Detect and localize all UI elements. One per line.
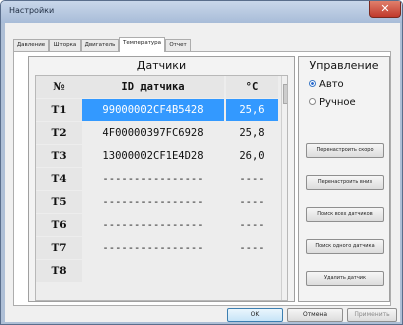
row-id[interactable]: ---------------- (82, 168, 224, 190)
sensors-title: Датчики (29, 57, 294, 75)
radio-manual-label: Ручное (319, 97, 356, 108)
row-num: T2 (36, 122, 82, 144)
row-id[interactable]: ---------------- (82, 191, 224, 213)
table-row[interactable]: T4 ---------------- ---- (36, 168, 281, 190)
table-row[interactable]: T2 4F00000397FC6928 25,8 (36, 122, 281, 144)
row-temp[interactable]: ---- (226, 237, 278, 259)
radio-manual[interactable]: Ручное (309, 97, 356, 108)
header-temp: °C (226, 76, 278, 98)
row-num: T8 (36, 260, 82, 282)
search-all-sensors-button[interactable]: Поиск всех датчиков (306, 207, 384, 222)
row-num: T5 (36, 191, 82, 213)
scrollbar-thumb[interactable] (283, 84, 287, 104)
row-num: T7 (36, 237, 82, 259)
radio-selected-icon (309, 79, 316, 87)
temperature-tab-page: Датчики № ID датчика °C T1 99000002CF4B5… (13, 51, 391, 306)
sensors-grid: № ID датчика °C T1 99000002CF4B5428 25,6… (35, 75, 288, 301)
table-row[interactable]: T8 (36, 260, 281, 282)
table-row[interactable]: T3 13000002CF1E4D28 26,0 (36, 145, 281, 167)
row-num: T1 (36, 99, 82, 121)
row-temp[interactable]: 26,0 (226, 145, 278, 167)
search-one-sensor-button[interactable]: Поиск одного датчика (306, 239, 384, 254)
row-temp[interactable] (226, 260, 278, 282)
settings-window: Настройки ✕ Давление Шторка Двигатель Те… (0, 0, 403, 325)
grid-header-row: № ID датчика °C (36, 76, 281, 98)
tab-pressure[interactable]: Давление (13, 39, 49, 51)
row-id[interactable]: 13000002CF1E4D28 (82, 145, 224, 167)
title-bar[interactable]: Настройки ✕ (1, 1, 402, 23)
tab-curtain[interactable]: Шторка (49, 39, 81, 51)
row-temp[interactable]: 25,6 (226, 99, 278, 121)
radio-auto-label: Авто (319, 79, 344, 90)
window-title: Настройки (9, 6, 55, 15)
header-num: № (36, 76, 82, 98)
row-num: T4 (36, 168, 82, 190)
cancel-button[interactable]: Отмена (287, 308, 343, 322)
radio-auto[interactable]: Авто (309, 79, 344, 90)
grid-scrollbar[interactable] (281, 76, 287, 300)
apply-button[interactable]: Применить (347, 308, 397, 322)
retune-fast-button[interactable]: Перенастроить скоро (306, 143, 384, 158)
client-area: Давление Шторка Двигатель Температура От… (5, 23, 400, 322)
tab-temperature[interactable]: Температура (119, 37, 165, 52)
sensors-group: Датчики № ID датчика °C T1 99000002CF4B5… (28, 56, 295, 302)
row-temp[interactable]: ---- (226, 191, 278, 213)
ok-button[interactable]: OK (227, 308, 283, 322)
tab-engine[interactable]: Двигатель (81, 39, 119, 51)
header-id: ID датчика (82, 76, 224, 98)
table-row[interactable]: T5 ---------------- ---- (36, 191, 281, 213)
table-row[interactable]: T7 ---------------- ---- (36, 237, 281, 259)
radio-unselected-icon (309, 97, 316, 105)
close-button[interactable]: ✕ (369, 1, 401, 18)
row-temp[interactable]: ---- (226, 168, 278, 190)
retune-down-button[interactable]: Перенастроить вниз (306, 175, 384, 190)
table-row[interactable]: T6 ---------------- ---- (36, 214, 281, 236)
control-group: Управление Авто Ручное Перенастроить ско… (298, 56, 390, 302)
row-id[interactable]: ---------------- (82, 237, 224, 259)
row-temp[interactable]: 25,8 (226, 122, 278, 144)
row-temp[interactable]: ---- (226, 214, 278, 236)
table-row[interactable]: T1 99000002CF4B5428 25,6 (36, 99, 281, 121)
tab-report[interactable]: Отчет (165, 39, 191, 51)
row-id[interactable]: 4F00000397FC6928 (82, 122, 224, 144)
row-id[interactable]: ---------------- (82, 214, 224, 236)
row-id[interactable] (82, 260, 224, 282)
row-num: T6 (36, 214, 82, 236)
delete-sensor-button[interactable]: Удалить датчик (306, 271, 384, 286)
row-num: T3 (36, 145, 82, 167)
row-id[interactable]: 99000002CF4B5428 (82, 99, 224, 121)
control-title: Управление (309, 59, 379, 72)
close-icon: ✕ (380, 2, 390, 15)
